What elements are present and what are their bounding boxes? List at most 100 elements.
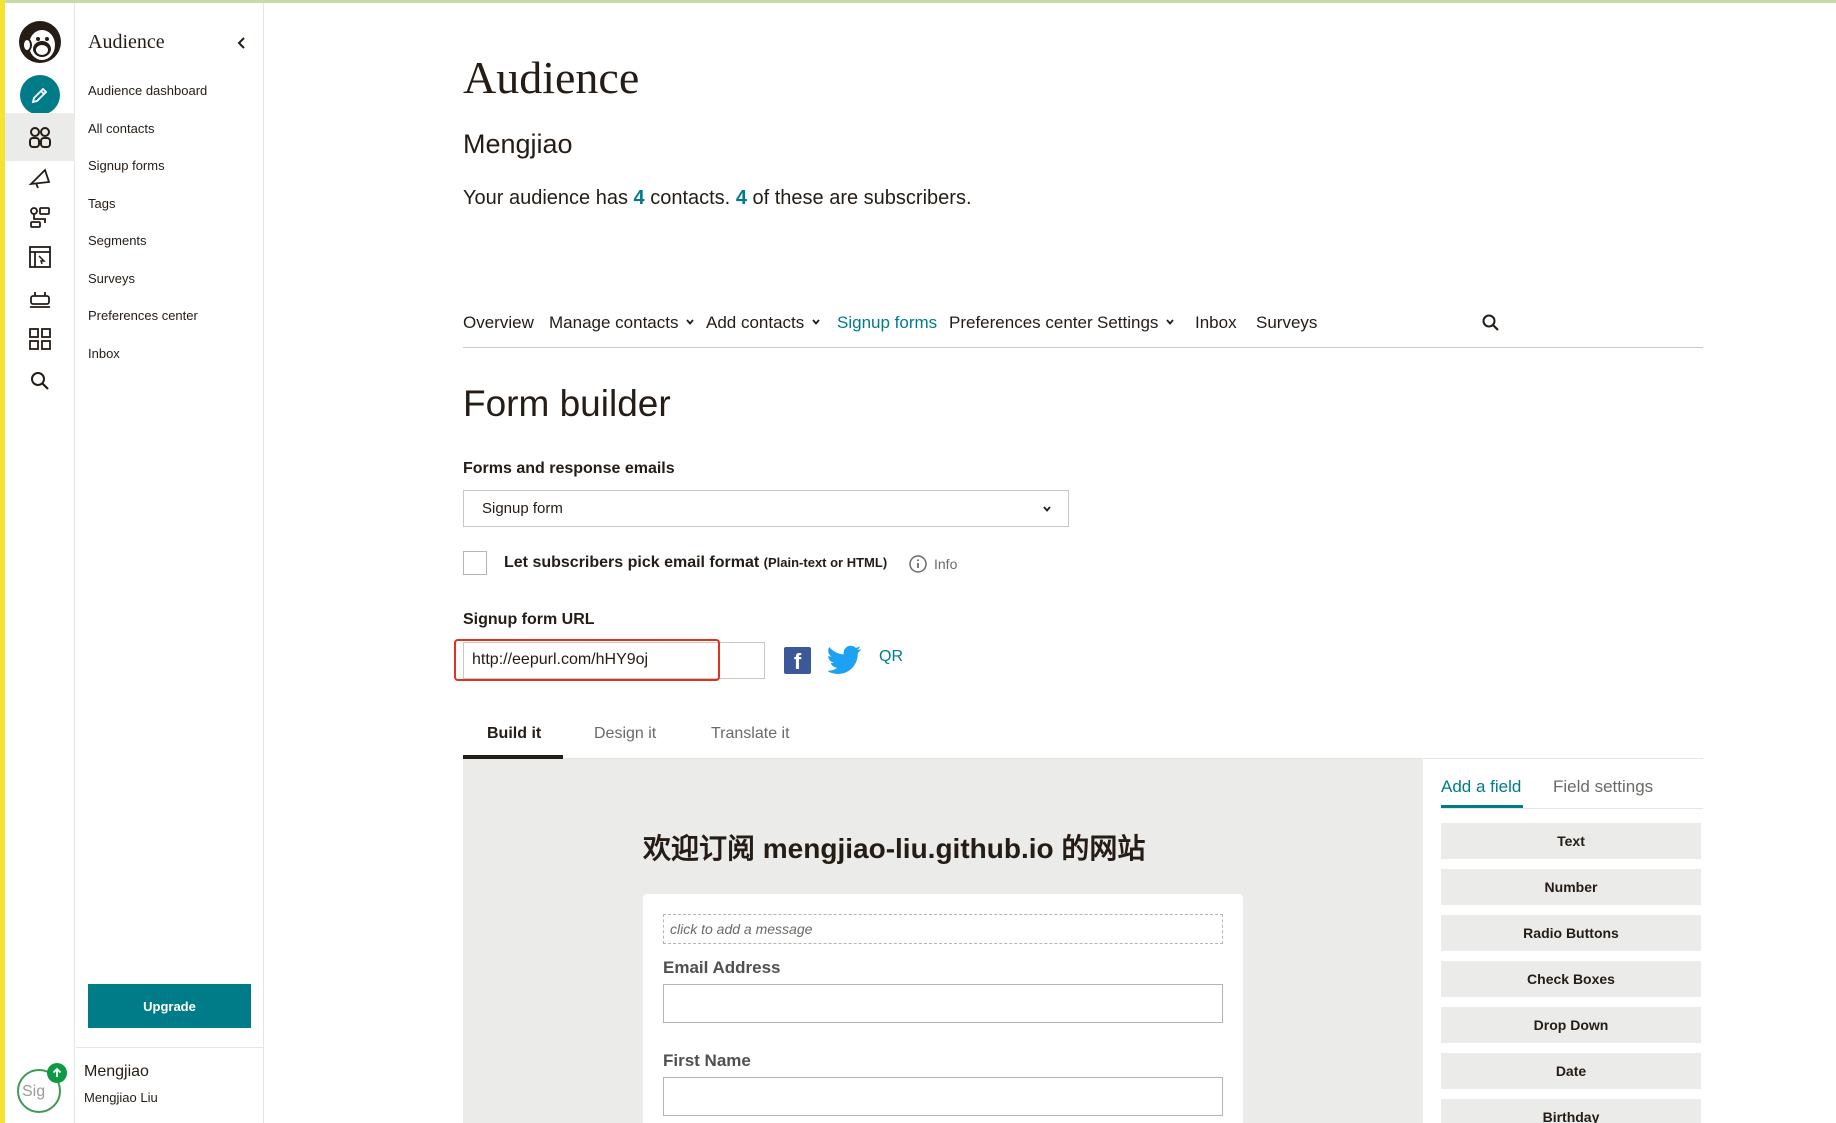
email-address-input[interactable] xyxy=(663,984,1223,1023)
forms-select[interactable]: Signup form xyxy=(463,490,1069,527)
tab-add-contacts[interactable]: Add contacts xyxy=(706,313,821,333)
field-panel: Add a field Field settings Text Number R… xyxy=(1423,759,1703,1123)
arrow-up-icon xyxy=(52,1067,62,1077)
main-content: Audience Mengjiao Your audience has 4 co… xyxy=(264,3,1836,1123)
audience-tabs: Overview Manage contacts Add contacts Si… xyxy=(463,313,1703,348)
chevron-down-icon xyxy=(686,319,695,325)
sidebar-item-tags[interactable]: Tags xyxy=(88,196,115,211)
form-heading[interactable]: 欢迎订阅 mengjiao-liu.github.io 的网站 xyxy=(643,827,1145,867)
qr-link[interactable]: QR xyxy=(879,648,903,666)
signup-url-label: Signup form URL xyxy=(463,611,595,628)
contacts-count[interactable]: 4 xyxy=(634,187,645,209)
tab-label: Overview xyxy=(463,313,534,332)
tab-label: Inbox xyxy=(1195,313,1237,332)
sidebar-item-audience-dashboard[interactable]: Audience dashboard xyxy=(88,83,207,98)
audience-summary: Your audience has 4 contacts. 4 of these… xyxy=(463,187,972,210)
sidebar-item-preferences-center[interactable]: Preferences center xyxy=(88,308,198,323)
form-card: click to add a message Email Address Fir… xyxy=(643,894,1243,1123)
audience-icon xyxy=(29,127,51,148)
tab-translate-it[interactable]: Translate it xyxy=(711,725,790,743)
add-field-drop-down[interactable]: Drop Down xyxy=(1441,1007,1701,1043)
add-field-birthday[interactable]: Birthday xyxy=(1441,1099,1701,1123)
website-nav-item[interactable] xyxy=(5,233,75,281)
email-format-checkbox[interactable] xyxy=(463,551,487,575)
add-message-box[interactable]: click to add a message xyxy=(663,914,1223,944)
tab-settings[interactable]: Settings xyxy=(1097,313,1175,333)
tab-preferences-center[interactable]: Preferences center xyxy=(949,313,1093,333)
sidebar-item-all-contacts[interactable]: All contacts xyxy=(88,121,154,136)
tab-label: Add contacts xyxy=(706,313,805,332)
tab-overview[interactable]: Overview xyxy=(463,313,534,333)
tab-label: Preferences center xyxy=(949,313,1093,332)
subscribers-count[interactable]: 4 xyxy=(736,187,747,209)
add-field-number[interactable]: Number xyxy=(1441,869,1701,905)
upgrade-badge xyxy=(47,1063,67,1083)
sidebar-item-signup-forms[interactable]: Signup forms xyxy=(88,158,165,173)
tab-design-it[interactable]: Design it xyxy=(594,725,656,743)
add-field-radio-buttons[interactable]: Radio Buttons xyxy=(1441,915,1701,951)
content-nav-item[interactable] xyxy=(5,315,75,363)
builder-tabs: Build it Design it Translate it xyxy=(463,715,1703,759)
create-nav-item[interactable] xyxy=(5,71,75,119)
chevron-down-icon xyxy=(1043,506,1051,512)
signup-url-field[interactable] xyxy=(463,642,765,679)
upgrade-button[interactable]: Upgrade xyxy=(88,984,251,1028)
summary-suffix: of these are subscribers. xyxy=(752,187,972,209)
tab-manage-contacts[interactable]: Manage contacts xyxy=(549,313,695,333)
summary-prefix: Your audience has xyxy=(463,187,628,209)
summary-mid: contacts. xyxy=(650,187,731,209)
form-builder-title: Form builder xyxy=(463,383,671,424)
search-icon[interactable] xyxy=(1481,313,1501,333)
website-icon xyxy=(29,246,51,268)
add-field-text[interactable]: Text xyxy=(1441,823,1701,859)
forms-select-value: Signup form xyxy=(482,500,563,517)
freddie-logo[interactable] xyxy=(17,19,63,65)
avatar-alt-text: Sig xyxy=(22,1083,46,1100)
tab-label: Manage contacts xyxy=(549,313,679,332)
signup-url-input[interactable] xyxy=(472,651,752,669)
form-preview-canvas: 欢迎订阅 mengjiao-liu.github.io 的网站 click to… xyxy=(463,759,1423,1123)
email-format-label: Let subscribers pick email format (Plain… xyxy=(504,554,887,572)
active-tab-indicator xyxy=(1441,805,1523,808)
email-address-label[interactable]: Email Address xyxy=(663,958,780,978)
tab-label: Surveys xyxy=(1256,313,1318,332)
pencil-icon xyxy=(31,87,48,104)
sidebar-title: Audience xyxy=(88,31,165,53)
icon-rail: Sig xyxy=(5,3,75,1123)
sidebar-divider xyxy=(76,1047,264,1048)
chevron-left-icon[interactable] xyxy=(232,33,252,53)
tab-label: Settings xyxy=(1097,313,1159,332)
tab-signup-forms[interactable]: Signup forms xyxy=(837,313,937,333)
grid-icon xyxy=(29,328,51,350)
audience-sidebar: Audience Audience dashboard All contacts… xyxy=(76,3,264,1123)
email-format-label-text: Let subscribers pick email format xyxy=(504,554,760,571)
search-nav-item[interactable] xyxy=(5,357,75,405)
field-panel-tabs: Add a field Field settings xyxy=(1441,759,1703,809)
sidebar-item-surveys[interactable]: Surveys xyxy=(88,271,135,286)
tab-surveys[interactable]: Surveys xyxy=(1256,313,1317,333)
tab-field-settings[interactable]: Field settings xyxy=(1553,777,1653,797)
forms-select-label: Forms and response emails xyxy=(463,460,675,477)
email-format-hint: (Plain-text or HTML) xyxy=(763,555,888,570)
info-link[interactable]: Info xyxy=(908,554,957,574)
tab-inbox[interactable]: Inbox xyxy=(1195,313,1237,333)
create-button[interactable] xyxy=(20,75,60,115)
add-field-date[interactable]: Date xyxy=(1441,1053,1701,1089)
facebook-icon: f xyxy=(793,649,802,674)
user-display-name[interactable]: Mengjiao xyxy=(84,1063,149,1081)
first-name-input[interactable] xyxy=(663,1077,1223,1116)
add-field-check-boxes[interactable]: Check Boxes xyxy=(1441,961,1701,997)
first-name-label[interactable]: First Name xyxy=(663,1051,751,1071)
facebook-share-button[interactable]: f xyxy=(784,647,811,674)
megaphone-icon xyxy=(28,168,51,189)
user-full-name: Mengjiao Liu xyxy=(84,1090,158,1105)
sidebar-item-segments[interactable]: Segments xyxy=(88,233,147,248)
sidebar-item-inbox[interactable]: Inbox xyxy=(88,346,120,361)
integrations-icon xyxy=(30,292,50,308)
chevron-down-icon xyxy=(1166,319,1175,325)
tab-label: Signup forms xyxy=(837,313,938,332)
tab-build-it[interactable]: Build it xyxy=(487,725,541,743)
info-label: Info xyxy=(934,556,958,572)
tab-add-a-field[interactable]: Add a field xyxy=(1441,777,1521,797)
twitter-icon[interactable] xyxy=(828,645,862,675)
